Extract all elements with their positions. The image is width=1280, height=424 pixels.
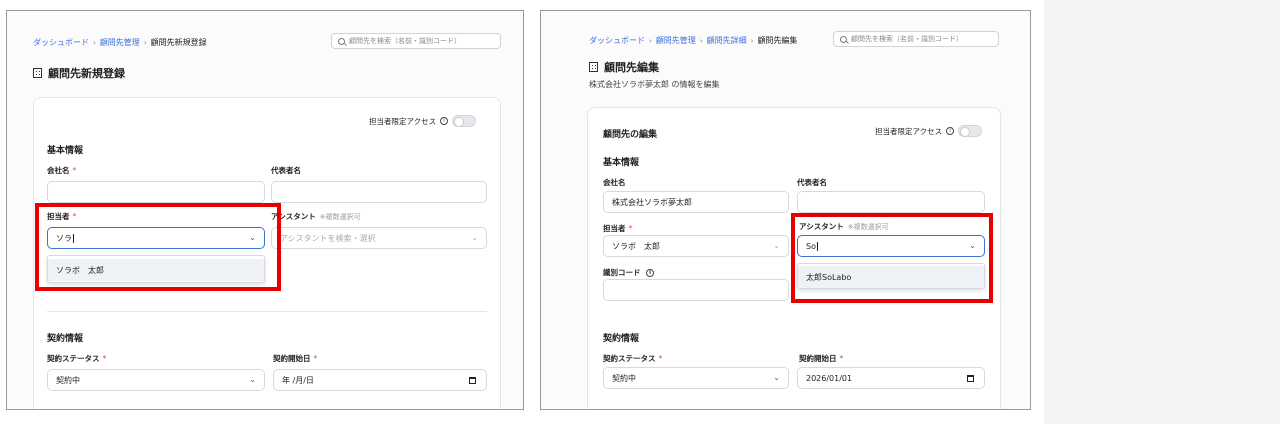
search-icon	[338, 37, 345, 45]
breadcrumb-separator-icon: ›	[750, 36, 754, 45]
representative-label: 代表者名	[797, 178, 827, 187]
card-title: 顧問先の編集	[603, 130, 658, 140]
chevron-down-icon[interactable]: ⌄	[249, 375, 256, 384]
background-panel	[1044, 0, 1280, 424]
page-title: 顧問先新規登録	[33, 65, 125, 81]
section-contract-info: 契約情報	[603, 334, 640, 344]
info-icon[interactable]: i	[440, 117, 449, 125]
contract-status-value: 契約中	[56, 375, 80, 385]
search-placeholder: 顧問先を検索（名前・識別コード）	[349, 37, 461, 45]
breadcrumb-current: 顧問先編集	[757, 36, 798, 45]
required-mark: *	[313, 354, 318, 363]
contract-status-select[interactable]: 契約中 ⌄	[603, 367, 789, 389]
representative-label: 代表者名	[271, 166, 301, 175]
page-subtitle: 株式会社ソラボ夢太郎 の情報を編集	[589, 80, 720, 89]
breadcrumb-client-management[interactable]: 顧問先管理	[656, 35, 696, 46]
assistant-note: ※複数選択可	[319, 213, 361, 221]
breadcrumb: ダッシュボード › 顧問先管理 › 顧問先新規登録	[33, 37, 207, 48]
chevron-down-icon[interactable]: ⌄	[773, 373, 780, 382]
required-mark: *	[628, 224, 633, 233]
contract-status-select[interactable]: 契約中 ⌄	[47, 369, 265, 391]
search-input[interactable]: 顧問先を検索（名前・識別コード）	[331, 33, 501, 49]
representative-field[interactable]	[271, 181, 487, 203]
contract-start-label: 契約開始日 *	[273, 353, 317, 364]
contract-status-value: 契約中	[612, 373, 636, 383]
contract-start-label: 契約開始日 *	[799, 353, 843, 364]
search-icon	[840, 35, 847, 43]
page-title: 顧問先編集	[589, 59, 659, 75]
breadcrumb-separator-icon: ›	[143, 38, 147, 47]
breadcrumb-separator-icon: ›	[699, 36, 703, 45]
page-title-text: 顧問先編集	[604, 61, 659, 74]
toggle-switch[interactable]	[452, 115, 477, 127]
section-contract-info: 契約情報	[47, 334, 84, 344]
contract-start-label-text: 契約開始日	[799, 354, 837, 363]
company-name-label: 会社名 *	[47, 165, 76, 176]
screenshot-new-client: ダッシュボード › 顧問先管理 › 顧問先新規登録 顧問先を検索（名前・識別コー…	[6, 10, 524, 410]
assistant-label: アシスタント ※複数選択可	[271, 211, 361, 222]
section-basic-info: 基本情報	[47, 146, 84, 156]
contract-status-label: 契約ステータス *	[47, 353, 106, 364]
divider	[47, 311, 487, 312]
contract-status-label: 契約ステータス *	[603, 353, 662, 364]
assistant-placeholder: アシスタントを検索・選択	[280, 233, 376, 243]
required-mark: *	[658, 354, 663, 363]
section-basic-info: 基本情報	[603, 158, 640, 168]
breadcrumb-dashboard[interactable]: ダッシュボード	[589, 35, 645, 46]
person-value: ソラボ 太郎	[612, 241, 660, 251]
person-label-text: 担当者	[603, 224, 626, 233]
restricted-access-toggle[interactable]: 担当者限定アクセス i	[369, 115, 477, 127]
info-icon[interactable]: i	[946, 127, 955, 135]
required-mark: *	[839, 354, 844, 363]
identifier-code-field[interactable]	[603, 279, 789, 301]
breadcrumb: ダッシュボード › 顧問先管理 › 顧問先詳細 › 顧問先編集	[589, 35, 797, 46]
company-name-field[interactable]	[47, 181, 265, 203]
chevron-down-icon[interactable]: ⌄	[471, 233, 478, 242]
identifier-code-label-text: 識別コード	[603, 268, 641, 277]
contract-start-value: 年 /月/日	[282, 375, 314, 385]
building-icon	[589, 62, 598, 72]
contract-status-label-text: 契約ステータス	[603, 354, 656, 363]
company-name-field[interactable]: 株式会社ソラボ夢太郎	[603, 191, 789, 213]
person-in-charge-label: 担当者 *	[603, 223, 632, 234]
contract-start-date[interactable]: 年 /月/日	[273, 369, 487, 391]
calendar-icon[interactable]	[469, 377, 476, 384]
contract-start-date[interactable]: 2026/01/01	[797, 367, 985, 389]
toggle-label: 担当者限定アクセス	[369, 116, 437, 126]
toggle-switch[interactable]	[958, 125, 983, 137]
breadcrumb-client-detail[interactable]: 顧問先詳細	[707, 35, 747, 46]
calendar-icon[interactable]	[967, 375, 974, 382]
building-icon	[33, 68, 42, 78]
person-in-charge-select[interactable]: ソラボ 太郎 ⌄	[603, 235, 789, 257]
info-icon[interactable]: i	[646, 269, 655, 277]
restricted-access-toggle[interactable]: 担当者限定アクセス i	[875, 125, 983, 137]
company-name-label: 会社名	[603, 178, 626, 187]
required-mark: *	[102, 354, 107, 363]
company-name-value: 株式会社ソラボ夢太郎	[612, 197, 692, 207]
required-mark: *	[72, 166, 77, 175]
representative-field[interactable]	[797, 191, 985, 213]
highlight-box	[791, 213, 993, 303]
search-placeholder: 顧問先を検索（名前・識別コード）	[851, 35, 963, 43]
toggle-label: 担当者限定アクセス	[875, 126, 943, 136]
contract-start-label-text: 契約開始日	[273, 354, 311, 363]
contract-start-value: 2026/01/01	[806, 373, 853, 383]
breadcrumb-dashboard[interactable]: ダッシュボード	[33, 37, 89, 48]
breadcrumb-separator-icon: ›	[93, 38, 96, 47]
chevron-down-icon[interactable]: ⌄	[773, 241, 780, 250]
company-name-label-text: 会社名	[47, 166, 70, 175]
highlight-box	[35, 203, 281, 291]
search-input[interactable]: 顧問先を検索（名前・識別コード）	[833, 31, 999, 47]
identifier-code-label: 識別コード i	[603, 267, 655, 278]
screenshot-edit-client: ダッシュボード › 顧問先管理 › 顧問先詳細 › 顧問先編集 顧問先を検索（名…	[540, 10, 1031, 410]
contract-status-label-text: 契約ステータス	[47, 354, 100, 363]
page-title-text: 顧問先新規登録	[48, 67, 125, 80]
assistant-select[interactable]: アシスタントを検索・選択 ⌄	[271, 227, 487, 249]
breadcrumb-client-management[interactable]: 顧問先管理	[100, 37, 140, 48]
breadcrumb-separator-icon: ›	[649, 36, 652, 45]
breadcrumb-current: 顧問先新規登録	[150, 38, 207, 47]
